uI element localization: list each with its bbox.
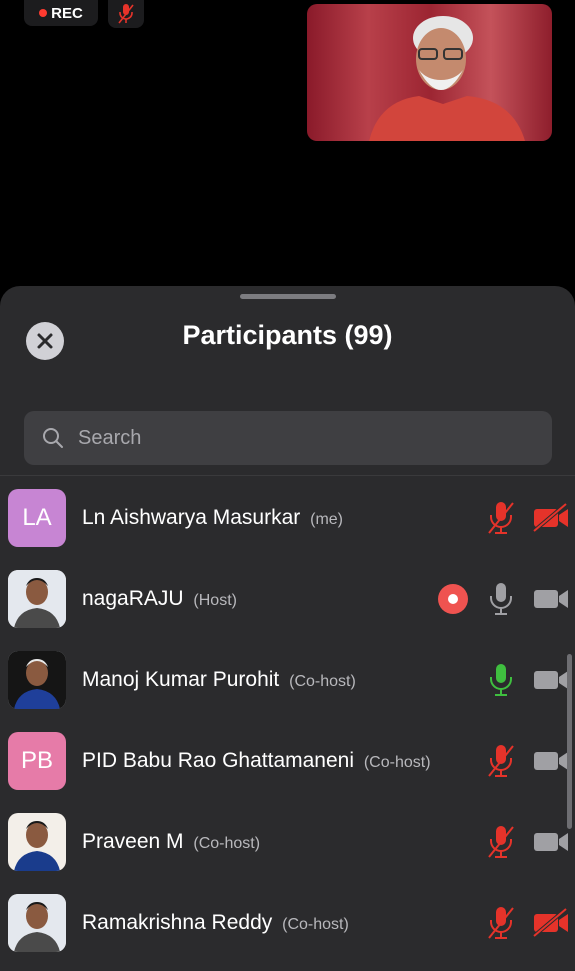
participant-role: (Host)	[193, 591, 237, 609]
mic-muted-icon[interactable]	[486, 743, 516, 779]
participant-name: nagaRAJU (Host)	[82, 587, 237, 611]
participant-row-ln-aishwarya-masurkar[interactable]: LA Ln Aishwarya Masurkar (me)	[0, 477, 575, 558]
participant-name-text: Manoj Kumar Purohit	[82, 667, 280, 691]
sheet-grabber[interactable]	[240, 294, 336, 299]
participant-name: PID Babu Rao Ghattamaneni (Co-host)	[82, 749, 431, 773]
camera-off-icon[interactable]	[532, 501, 570, 533]
rec-label: REC	[51, 4, 83, 22]
participant-row-praveen-m[interactable]: Praveen M (Co-host)	[0, 801, 575, 882]
participant-role: (Co-host)	[282, 915, 349, 933]
muted-mic-icon[interactable]	[108, 0, 144, 28]
panel-title: Participants (99)	[182, 320, 393, 350]
participant-row-ramakrishna-reddy[interactable]: Ramakrishna Reddy (Co-host)	[0, 882, 575, 963]
search-field[interactable]	[24, 411, 552, 465]
participant-role: (Co-host)	[289, 672, 356, 690]
participant-name: Ramakrishna Reddy (Co-host)	[82, 911, 349, 935]
avatar	[8, 893, 66, 952]
avatar	[8, 812, 66, 871]
camera-icon[interactable]	[532, 584, 570, 614]
active-speaker-video[interactable]	[307, 4, 552, 141]
participant-name: Manoj Kumar Purohit (Co-host)	[82, 668, 356, 692]
avatar-initials: LA	[22, 503, 52, 531]
participant-name-text: nagaRAJU	[82, 586, 184, 610]
participant-row-pid-babu-rao-ghattamaneni[interactable]: PB PID Babu Rao Ghattamaneni (Co-host)	[0, 720, 575, 801]
participant-row-nagaraju[interactable]: nagaRAJU (Host)	[0, 558, 575, 639]
avatar	[8, 650, 66, 709]
participant-role: (Co-host)	[193, 834, 261, 852]
participant-name: Praveen M (Co-host)	[82, 830, 260, 854]
search-icon	[43, 428, 63, 448]
camera-icon[interactable]	[532, 746, 570, 776]
record-dot-icon	[39, 9, 48, 17]
participant-name-text: Ln Aishwarya Masurkar	[82, 505, 301, 529]
mic-muted-icon[interactable]	[486, 824, 516, 860]
participant-row-manoj-kumar-purohit[interactable]: Manoj Kumar Purohit (Co-host)	[0, 639, 575, 720]
recording-indicator: REC	[24, 0, 98, 26]
mic-muted-icon[interactable]	[486, 905, 516, 941]
mic-speaking-icon[interactable]	[486, 662, 516, 698]
divider	[0, 475, 575, 476]
participant-name: Ln Aishwarya Masurkar (me)	[82, 506, 343, 530]
participant-role: (me)	[310, 510, 343, 528]
avatar: LA	[8, 488, 66, 547]
participant-name-text: PID Babu Rao Ghattamaneni	[82, 748, 354, 772]
camera-icon[interactable]	[532, 827, 570, 857]
mic-icon[interactable]	[486, 581, 516, 617]
avatar-initials: PB	[20, 746, 53, 774]
camera-off-icon[interactable]	[532, 906, 570, 938]
avatar: PB	[8, 731, 66, 790]
scrollbar[interactable]	[567, 654, 572, 829]
participant-role: (Co-host)	[363, 753, 431, 771]
participant-list: LA Ln Aishwarya Masurkar (me) nagaRAJU (Ho…	[0, 477, 575, 963]
participant-name-text: Praveen M	[82, 829, 184, 853]
mic-muted-icon[interactable]	[486, 500, 516, 536]
search-input[interactable]	[78, 426, 518, 450]
participant-name-text: Ramakrishna Reddy	[82, 910, 273, 934]
participants-panel: Participants (99) LA Ln Aishwarya Masurka…	[0, 286, 575, 971]
recording-icon	[438, 583, 468, 614]
camera-icon[interactable]	[532, 665, 570, 695]
avatar	[8, 569, 66, 628]
